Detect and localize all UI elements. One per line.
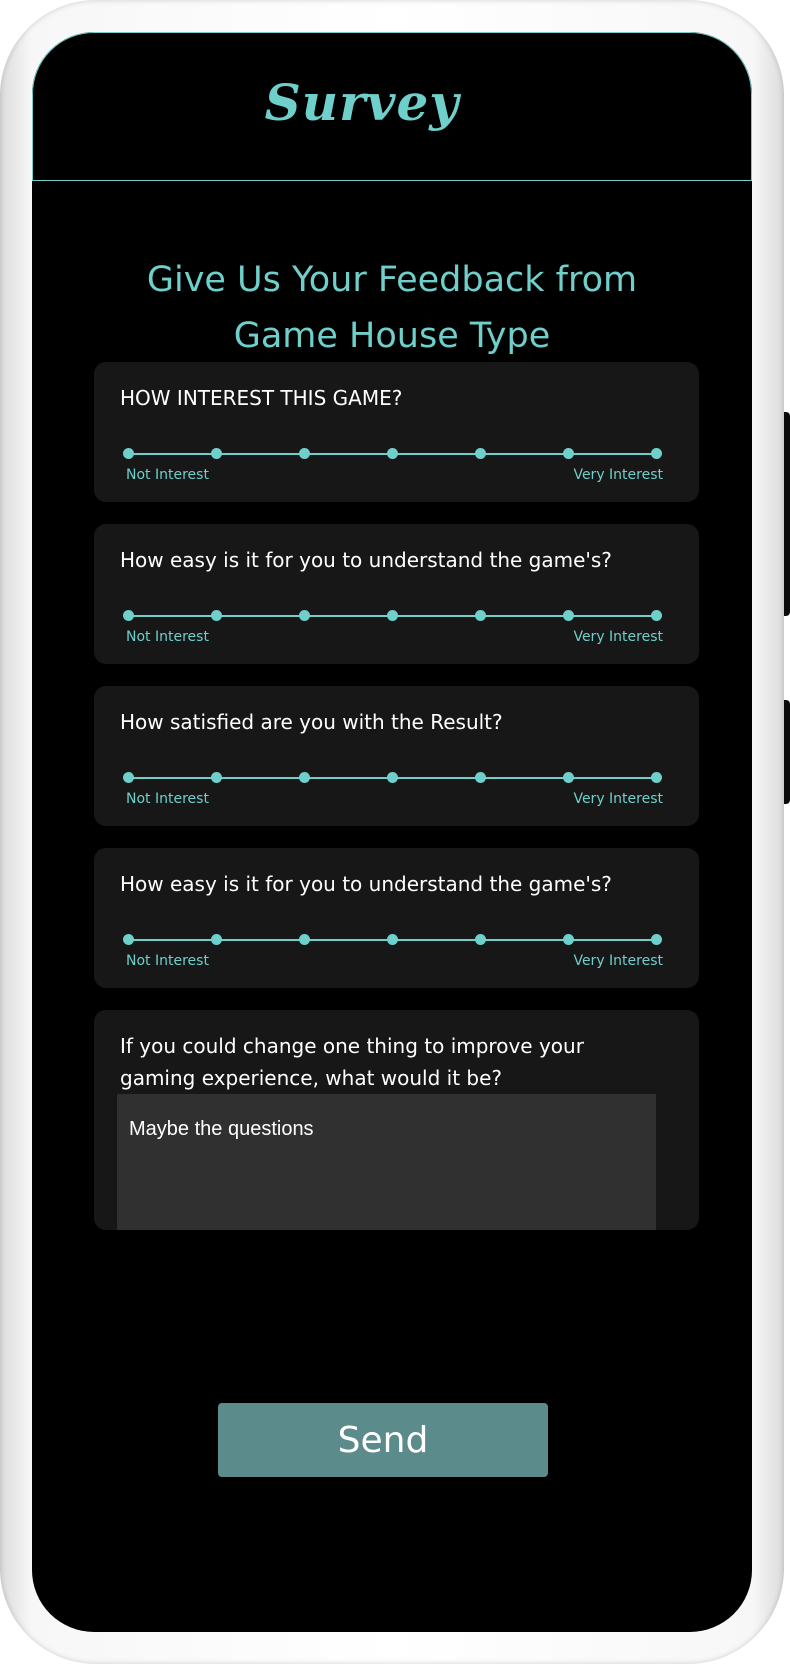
rating-option-7[interactable] xyxy=(651,448,662,459)
rating-option-1[interactable] xyxy=(123,934,134,945)
rating-option-2[interactable] xyxy=(211,448,222,459)
rating-option-4[interactable] xyxy=(387,610,398,621)
rating-scale xyxy=(123,610,662,622)
app-screen: Survey Give Us Your Feedback from Game H… xyxy=(32,32,752,1632)
rating-option-6[interactable] xyxy=(562,610,574,621)
rating-option-2[interactable] xyxy=(211,610,222,621)
rating-scale xyxy=(123,772,662,784)
question-label: How easy is it for you to understand the… xyxy=(120,872,612,896)
scale-max-label: Very Interest xyxy=(573,791,663,807)
question-label: How satisfied are you with the Result? xyxy=(120,710,503,734)
rating-option-3[interactable] xyxy=(298,610,310,621)
rating-scale xyxy=(123,934,662,946)
scale-min-label: Not Interest xyxy=(126,467,209,483)
rating-option-1[interactable] xyxy=(123,610,134,621)
rating-option-5[interactable] xyxy=(475,934,486,945)
question-card: How easy is it for you to understand the… xyxy=(94,848,699,988)
rating-option-6[interactable] xyxy=(562,934,574,945)
header-bar: Survey xyxy=(32,32,752,181)
question-card: How satisfied are you with the Result? N… xyxy=(94,686,699,826)
rating-option-2[interactable] xyxy=(211,934,222,945)
scale-max-label: Very Interest xyxy=(573,467,663,483)
rating-option-4[interactable] xyxy=(387,934,398,945)
rating-scale xyxy=(123,448,662,460)
question-card: HOW INTEREST THIS GAME? Not Interest Ver… xyxy=(94,362,699,502)
scale-min-label: Not Interest xyxy=(126,791,209,807)
rating-option-7[interactable] xyxy=(651,610,662,621)
rating-option-5[interactable] xyxy=(475,772,486,783)
rating-option-6[interactable] xyxy=(562,448,574,459)
rating-option-6[interactable] xyxy=(562,772,574,783)
scale-max-label: Very Interest xyxy=(573,629,663,645)
scale-min-label: Not Interest xyxy=(126,629,209,645)
rating-option-7[interactable] xyxy=(651,934,662,945)
question-label: HOW INTEREST THIS GAME? xyxy=(120,386,403,410)
question-card: How easy is it for you to understand the… xyxy=(94,524,699,664)
rating-option-3[interactable] xyxy=(298,772,310,783)
rating-option-4[interactable] xyxy=(387,772,398,783)
open-question-label: If you could change one thing to improve… xyxy=(120,1034,584,1090)
rating-option-3[interactable] xyxy=(298,448,310,459)
side-button-upper xyxy=(784,412,790,616)
open-question-card: If you could change one thing to improve… xyxy=(94,1010,699,1230)
rating-option-1[interactable] xyxy=(123,448,134,459)
scale-max-label: Very Interest xyxy=(573,953,663,969)
rating-option-5[interactable] xyxy=(475,610,486,621)
rating-option-7[interactable] xyxy=(651,772,662,783)
page-title: Give Us Your Feedback from Game House Ty… xyxy=(146,260,638,356)
survey-logo: Survey xyxy=(264,73,460,132)
rating-option-3[interactable] xyxy=(298,934,310,945)
rating-option-1[interactable] xyxy=(123,772,134,783)
question-label: How easy is it for you to understand the… xyxy=(120,548,612,572)
send-button[interactable]: Send xyxy=(218,1403,548,1477)
rating-option-5[interactable] xyxy=(475,448,486,459)
feedback-textarea[interactable]: Maybe the questions xyxy=(117,1094,656,1230)
side-button-lower xyxy=(784,700,790,804)
rating-option-4[interactable] xyxy=(387,448,398,459)
scale-min-label: Not Interest xyxy=(126,953,209,969)
rating-option-2[interactable] xyxy=(211,772,222,783)
